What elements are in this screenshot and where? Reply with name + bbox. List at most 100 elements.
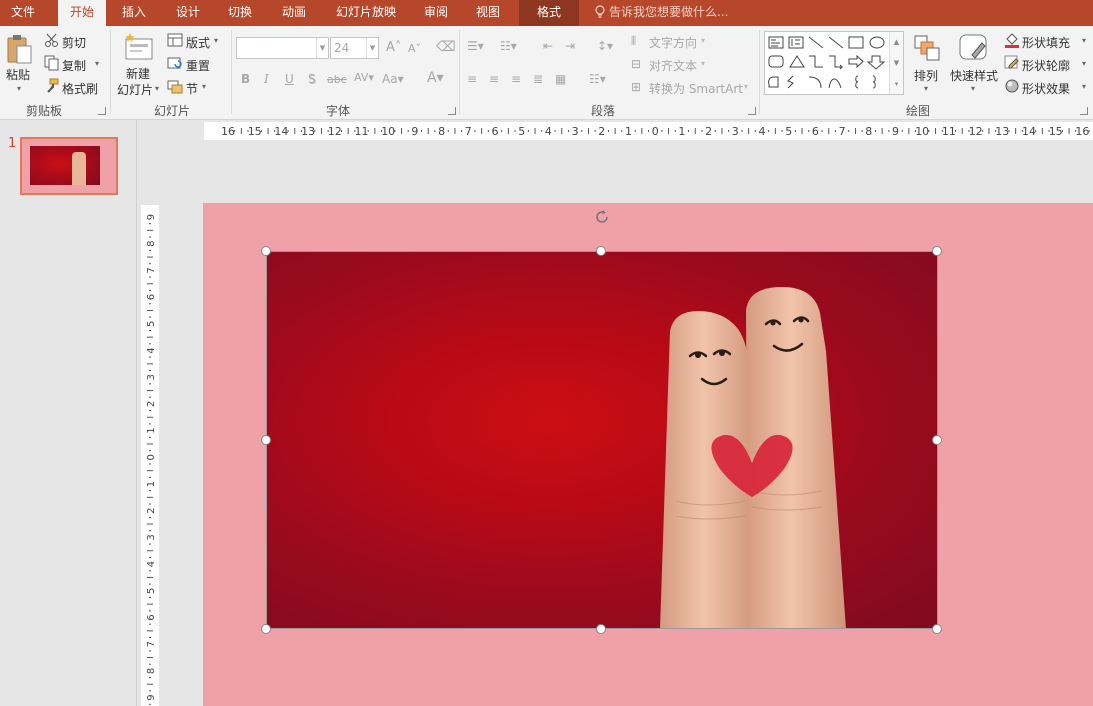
resize-handle-left[interactable] xyxy=(261,435,271,445)
font-size-combo[interactable]: 24 ▼ xyxy=(330,37,379,59)
new-slide-button[interactable]: 新建 幻灯片 ▾ xyxy=(116,30,162,100)
resize-handle-right[interactable] xyxy=(932,435,942,445)
font-name-combo[interactable]: ▼ xyxy=(236,37,329,59)
resize-handle-bottom[interactable] xyxy=(596,624,606,634)
ruler-tick-label: 5 xyxy=(518,125,525,138)
copy-dropdown-icon: ▾ xyxy=(95,59,100,68)
ruler-tick-label: 13 xyxy=(301,125,315,138)
rotate-handle-icon[interactable] xyxy=(592,207,612,227)
clear-formatting-icon[interactable]: ⌫ xyxy=(436,39,456,55)
new-slide-label-1: 新建 xyxy=(126,67,151,81)
ruler-tick-label: 6 xyxy=(146,294,157,300)
font-size-dropdown-icon[interactable]: ▼ xyxy=(366,38,378,58)
text-shadow-icon[interactable]: S xyxy=(308,72,316,86)
underline-icon[interactable]: U xyxy=(285,72,294,86)
align-center-icon[interactable]: ≡ xyxy=(489,72,499,86)
ruler-tick-label: 0 xyxy=(652,125,659,138)
copy-button[interactable]: 复制 ▾ xyxy=(42,54,106,74)
justify-icon[interactable]: ≣ xyxy=(533,72,543,86)
tell-me-text: 告诉我您想要做什么... xyxy=(609,5,729,19)
ruler-tick-label: 2 xyxy=(146,508,157,514)
resize-handle-top-right[interactable] xyxy=(932,246,942,256)
paste-button[interactable]: 粘贴 ▾ xyxy=(3,32,37,98)
numbering-icon[interactable]: ☷▾ xyxy=(500,39,517,53)
shapes-gallery[interactable]: ▲ ▼ ▾ xyxy=(764,31,904,95)
increase-indent-icon[interactable]: ⇥ xyxy=(565,39,575,53)
quick-styles-icon xyxy=(959,34,987,60)
ruler-tick-label: 6 xyxy=(812,125,819,138)
tab-slideshow[interactable]: 幻灯片放映 xyxy=(327,0,405,26)
decrease-indent-icon[interactable]: ⇤ xyxy=(543,39,553,53)
shape-effects-label: 形状效果 xyxy=(1022,82,1071,96)
tab-transitions[interactable]: 切换 xyxy=(218,0,262,26)
slide-picture[interactable] xyxy=(266,251,938,629)
clipboard-launcher-icon[interactable] xyxy=(98,107,106,115)
vertical-ruler: 9 8 7 6 5 4 3 2 1 0 1 2 3 4 5 6 7 8 9 xyxy=(141,205,159,706)
ruler-tick-label: 16 xyxy=(1075,125,1089,138)
resize-handle-top-left[interactable] xyxy=(261,246,271,256)
tab-view[interactable]: 视图 xyxy=(466,0,510,26)
align-left-icon[interactable]: ≡ xyxy=(467,72,477,86)
increase-font-size-icon[interactable]: A˄ xyxy=(386,40,401,55)
cut-button[interactable]: 剪切 xyxy=(42,31,102,51)
horizontal-ruler: 16 15 14 13 12 11 10 9 8 7 6 5 4 3 2 1 0 1 2 3 4 5 6 7 8 9 10 11 12 1… xyxy=(204,122,1093,140)
decrease-font-size-icon[interactable]: A˅ xyxy=(408,42,421,55)
slide-thumbnail[interactable] xyxy=(20,137,118,195)
character-spacing-icon[interactable]: AV▾ xyxy=(354,71,374,84)
shape-outline-dropdown-icon: ▾ xyxy=(1082,59,1087,68)
resize-handle-bottom-left[interactable] xyxy=(261,624,271,634)
scroll-down-icon[interactable]: ▼ xyxy=(890,53,903,74)
arrange-icon xyxy=(914,35,940,61)
tab-file[interactable]: 文件 xyxy=(0,0,46,26)
text-direction-label: 文字方向 xyxy=(649,36,698,50)
shapes-scroll-bar[interactable]: ▲ ▼ ▾ xyxy=(889,32,903,94)
resize-handle-bottom-right[interactable] xyxy=(932,624,942,634)
thumbnail-picture xyxy=(30,146,100,185)
text-direction-button[interactable]: ⫴ 文字方向 ▾ xyxy=(631,31,711,51)
italic-icon[interactable]: I xyxy=(264,72,269,86)
drawing-launcher-icon[interactable] xyxy=(1080,107,1088,115)
tab-insert[interactable]: 插入 xyxy=(112,0,156,26)
tab-format[interactable]: 格式 xyxy=(519,0,579,26)
align-text-button[interactable]: ⊟ 对齐文本 ▾ xyxy=(631,54,711,74)
ruler-tick-label: 5 xyxy=(146,321,157,327)
font-color-icon[interactable]: A▾ xyxy=(427,70,444,86)
font-name-dropdown-icon[interactable]: ▼ xyxy=(316,38,328,58)
gallery-more-icon[interactable]: ▾ xyxy=(890,74,903,95)
convert-smartart-button[interactable]: ⊞ 转换为 SmartArt ▾ xyxy=(631,77,755,97)
tab-home[interactable]: 开始 xyxy=(58,0,106,26)
align-right-icon[interactable]: ≡ xyxy=(511,72,521,86)
change-case-icon[interactable]: Aa▾ xyxy=(382,72,404,86)
ruler-tick-label: 9 xyxy=(146,214,157,220)
layout-button[interactable]: 版式 ▾ xyxy=(167,31,225,51)
shape-effects-icon xyxy=(1005,79,1019,93)
bullets-icon[interactable]: ☰▾ xyxy=(467,39,484,53)
line-spacing-icon[interactable]: ↕▾ xyxy=(597,39,613,53)
tab-animations[interactable]: 动画 xyxy=(272,0,316,26)
resize-handle-top[interactable] xyxy=(596,246,606,256)
strikethrough-icon[interactable]: abc xyxy=(327,73,347,86)
tab-design[interactable]: 设计 xyxy=(166,0,210,26)
bold-icon[interactable]: B xyxy=(241,72,250,86)
font-launcher-icon[interactable] xyxy=(448,107,456,115)
paint-bucket-icon xyxy=(1005,33,1019,48)
paragraph-launcher-icon[interactable] xyxy=(748,107,756,115)
arrange-label: 排列 xyxy=(914,69,939,83)
paragraph-group-label: 段落 xyxy=(590,104,615,118)
scissors-icon xyxy=(45,33,58,47)
arrange-button[interactable]: 排列 ▾ xyxy=(910,32,944,98)
shape-effects-button[interactable]: 形状效果 ▾ xyxy=(1004,77,1090,97)
paste-label: 粘贴 xyxy=(6,68,31,82)
shape-outline-button[interactable]: 形状轮廓 ▾ xyxy=(1004,54,1090,74)
scroll-up-icon[interactable]: ▲ xyxy=(890,32,903,53)
tell-me-box[interactable]: 告诉我您想要做什么... xyxy=(594,0,728,26)
columns-icon[interactable]: ☷▾ xyxy=(589,72,606,86)
reset-button[interactable]: 重置 xyxy=(167,54,225,74)
new-slide-icon xyxy=(125,33,153,60)
distributed-icon[interactable]: ▦ xyxy=(555,72,566,86)
format-painter-button[interactable]: 格式刷 xyxy=(42,77,106,97)
tab-review[interactable]: 审阅 xyxy=(414,0,458,26)
section-button[interactable]: 节 ▾ xyxy=(167,77,225,97)
quick-styles-button[interactable]: 快速样式 ▾ xyxy=(948,32,1000,98)
shape-fill-button[interactable]: 形状填充 ▾ xyxy=(1004,31,1090,51)
